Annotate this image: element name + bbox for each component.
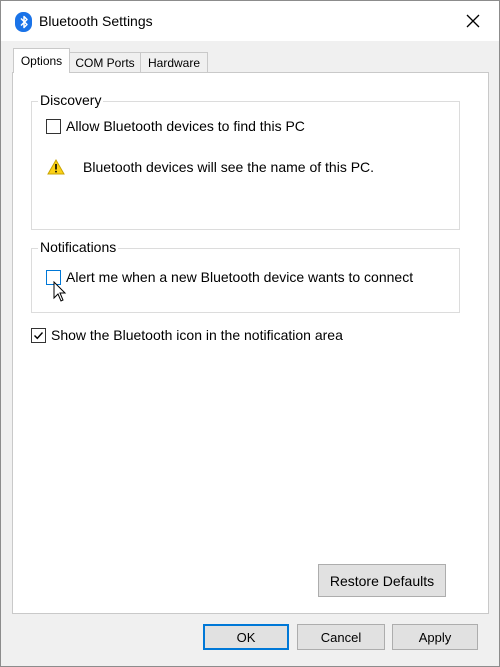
- window-title: Bluetooth Settings: [39, 13, 153, 29]
- checkmark-icon: [34, 331, 44, 339]
- discovery-warning: Bluetooth devices will see the name of t…: [47, 159, 374, 175]
- notifications-legend: Notifications: [38, 239, 119, 255]
- warning-icon: [47, 159, 65, 175]
- tab-com-ports[interactable]: COM Ports: [69, 52, 141, 72]
- title-bar[interactable]: Bluetooth Settings: [1, 1, 499, 41]
- show-icon-checkbox[interactable]: [31, 327, 46, 343]
- allow-discovery-label: Allow Bluetooth devices to find this PC: [66, 118, 305, 134]
- show-icon-label: Show the Bluetooth icon in the notificat…: [51, 327, 343, 343]
- discovery-group: Discovery Allow Bluetooth devices to fin…: [31, 92, 460, 230]
- allow-discovery-checkbox[interactable]: [46, 118, 61, 134]
- alert-label: Alert me when a new Bluetooth device wan…: [66, 269, 414, 285]
- notifications-group: Notifications Alert me when a new Blueto…: [31, 239, 460, 313]
- mouse-pointer-icon: [53, 281, 67, 302]
- restore-defaults-button[interactable]: Restore Defaults: [318, 564, 446, 597]
- close-icon: [466, 14, 480, 28]
- warning-text: Bluetooth devices will see the name of t…: [83, 159, 375, 175]
- show-icon-row[interactable]: Show the Bluetooth icon in the notificat…: [31, 327, 343, 343]
- apply-button[interactable]: Apply: [392, 624, 478, 650]
- options-panel: Discovery Allow Bluetooth devices to fin…: [12, 72, 489, 614]
- bluetooth-settings-dialog: Bluetooth Settings Options COM Ports Har…: [0, 0, 500, 667]
- ok-button[interactable]: OK: [203, 624, 289, 650]
- tab-options[interactable]: Options: [13, 48, 70, 73]
- tab-hardware[interactable]: Hardware: [140, 52, 208, 72]
- cancel-button[interactable]: Cancel: [297, 624, 385, 650]
- allow-discovery-row[interactable]: Allow Bluetooth devices to find this PC: [46, 118, 305, 134]
- bluetooth-icon: [15, 12, 32, 32]
- discovery-legend: Discovery: [38, 92, 104, 108]
- alert-row[interactable]: Alert me when a new Bluetooth device wan…: [46, 269, 413, 285]
- close-button[interactable]: [461, 9, 485, 33]
